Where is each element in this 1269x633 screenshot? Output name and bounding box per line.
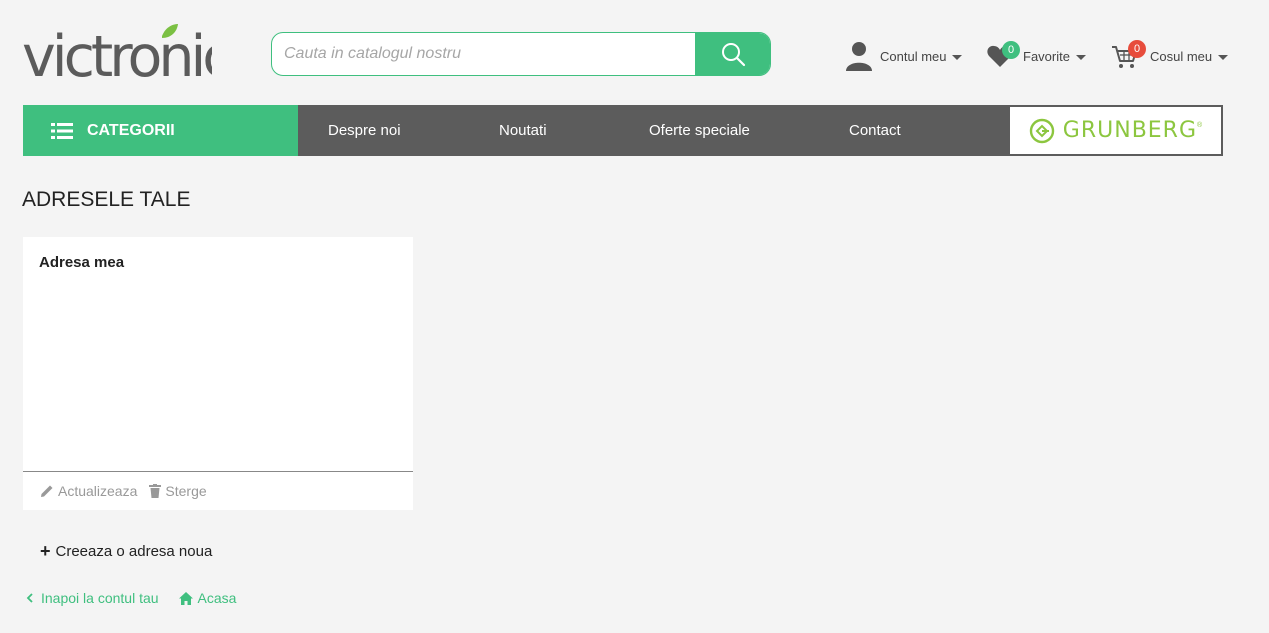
cart-menu[interactable]: Cosul meu 0 bbox=[1111, 40, 1229, 72]
search-bar bbox=[271, 32, 771, 76]
nav-link-noutati[interactable]: Noutati bbox=[499, 105, 547, 156]
favorites-count-badge: 0 bbox=[1002, 41, 1020, 59]
address-card-title: Adresa mea bbox=[39, 254, 125, 271]
registered-mark: ® bbox=[1197, 122, 1203, 129]
chevron-down-icon bbox=[1075, 54, 1086, 60]
home-icon bbox=[178, 591, 193, 605]
delete-label: Sterge bbox=[165, 483, 207, 499]
card-actions: Actualizeaza Sterge bbox=[40, 483, 219, 499]
cart-label: Cosul meu bbox=[1150, 48, 1213, 64]
card-divider bbox=[23, 471, 413, 472]
chevron-left-icon bbox=[26, 593, 33, 603]
home-label: Acasa bbox=[197, 590, 237, 606]
grunberg-logo-text: GRUNBERG bbox=[1062, 118, 1198, 143]
categories-label: CATEGORII bbox=[87, 121, 175, 139]
nav-link-contact[interactable]: Contact bbox=[849, 105, 901, 156]
site-logo[interactable]: victronic bbox=[22, 22, 234, 90]
search-icon bbox=[721, 43, 745, 67]
account-label: Contul meu bbox=[880, 48, 947, 64]
address-card: Adresa mea Actualizeaza Sterge bbox=[23, 237, 413, 510]
create-address-link[interactable]: + Creeaza o adresa noua bbox=[40, 542, 212, 560]
list-icon bbox=[51, 122, 73, 139]
search-input[interactable] bbox=[272, 33, 697, 75]
nav-link-despre-noi[interactable]: Despre noi bbox=[328, 105, 401, 156]
categories-button[interactable]: CATEGORII bbox=[23, 105, 298, 156]
home-link[interactable]: Acasa bbox=[178, 590, 237, 606]
update-address-button[interactable]: Actualizeaza bbox=[40, 483, 137, 499]
chevron-down-icon bbox=[952, 54, 963, 60]
create-address-label: Creeaza o adresa noua bbox=[55, 542, 213, 560]
chevron-down-icon bbox=[1218, 54, 1229, 60]
account-menu[interactable]: Contul meu bbox=[844, 40, 963, 72]
plus-icon: + bbox=[40, 541, 51, 561]
pencil-icon bbox=[41, 485, 53, 497]
delete-address-button[interactable]: Sterge bbox=[149, 483, 207, 499]
back-to-account-link[interactable]: Inapoi la contul tau bbox=[26, 590, 159, 606]
footer-links: Inapoi la contul tau Acasa bbox=[26, 590, 256, 606]
grunberg-logo-icon bbox=[1029, 118, 1054, 143]
trash-icon bbox=[149, 484, 162, 498]
logo-text: victronic bbox=[22, 24, 212, 84]
favorites-label: Favorite bbox=[1023, 48, 1070, 64]
back-label: Inapoi la contul tau bbox=[41, 590, 159, 606]
search-button[interactable] bbox=[695, 33, 770, 75]
update-label: Actualizeaza bbox=[58, 483, 138, 499]
user-icon bbox=[846, 42, 872, 71]
nav-link-oferte-speciale[interactable]: Oferte speciale bbox=[649, 105, 750, 156]
cart-count-badge: 0 bbox=[1128, 40, 1146, 58]
grunberg-banner[interactable]: GRUNBERG ® bbox=[1008, 105, 1223, 156]
favorites-menu[interactable]: Favorite 0 bbox=[986, 40, 1086, 72]
victronic-logo: victronic bbox=[22, 24, 234, 90]
page-title: ADRESELE TALE bbox=[22, 188, 191, 211]
